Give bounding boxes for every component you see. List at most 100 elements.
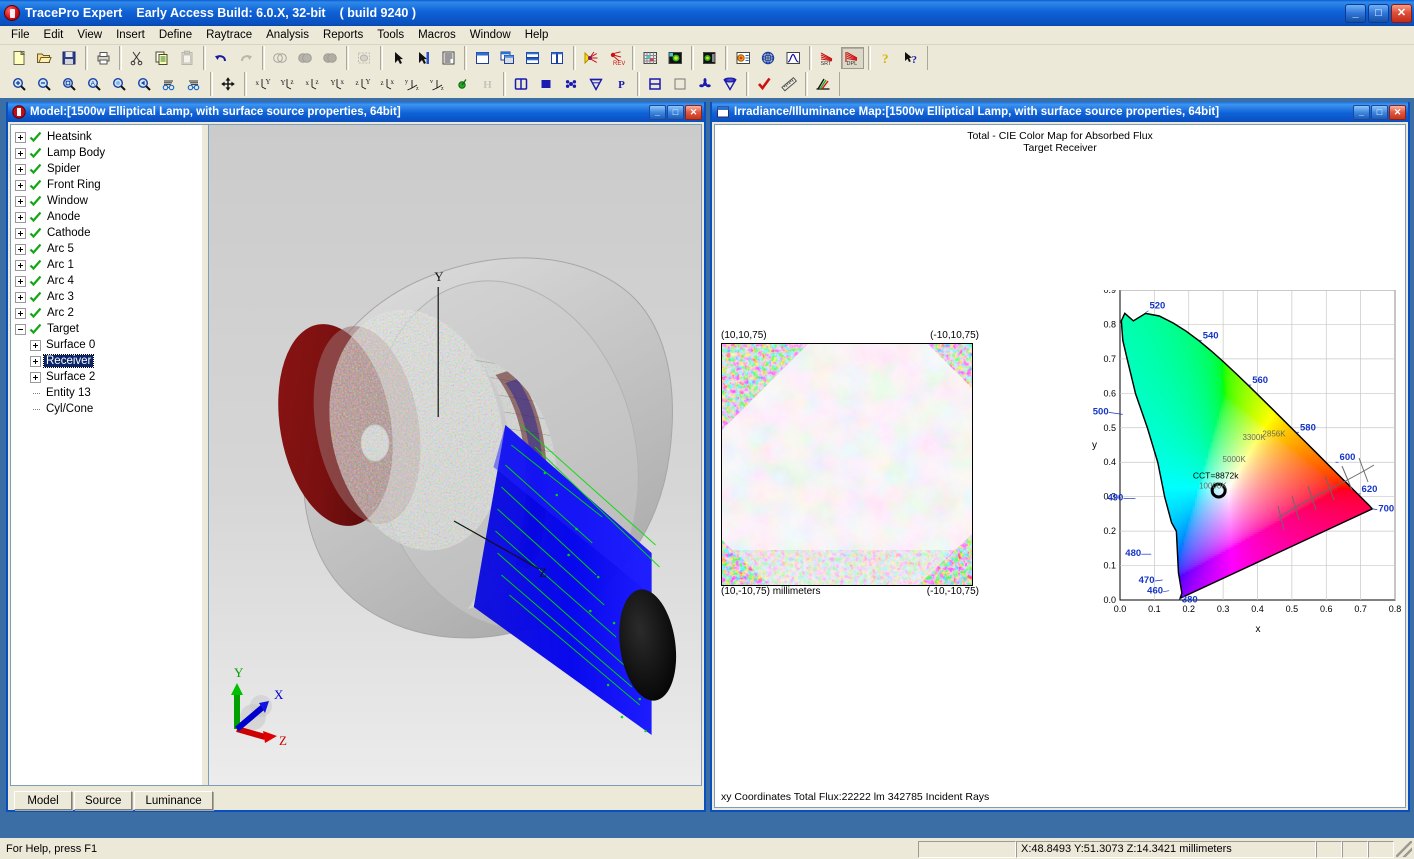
zoom-previous-button[interactable] xyxy=(133,73,156,95)
model-tree-panel[interactable]: Heatsink Lamp Body Spider Front Ring Window A… xyxy=(10,124,202,786)
expand-plus-icon[interactable] xyxy=(30,339,41,351)
tree-node-arc-3[interactable]: Arc 3 xyxy=(15,289,202,305)
menu-item-view[interactable]: View xyxy=(70,27,109,43)
view-yx-button[interactable]: Yx xyxy=(326,73,349,95)
save-file-button[interactable] xyxy=(58,47,81,69)
help-button[interactable]: ? xyxy=(875,47,898,69)
cone-button[interactable] xyxy=(719,73,742,95)
menu-item-window[interactable]: Window xyxy=(463,27,518,43)
raytrace-button[interactable] xyxy=(580,47,603,69)
menu-item-insert[interactable]: Insert xyxy=(109,27,152,43)
app-close-button[interactable]: ✕ xyxy=(1391,3,1412,23)
expand-plus-icon[interactable] xyxy=(15,259,26,271)
profile-button[interactable]: P xyxy=(610,73,633,95)
zoom-window-button[interactable] xyxy=(58,73,81,95)
app-maximize-button[interactable]: □ xyxy=(1368,3,1389,23)
expand-plus-icon[interactable] xyxy=(15,307,26,319)
menu-item-file[interactable]: File xyxy=(4,27,37,43)
hidden-line-button[interactable] xyxy=(535,73,558,95)
tree-node-surface-2[interactable]: Surface 2 xyxy=(15,369,202,385)
irradiance-window-titlebar[interactable]: Irradiance/Illuminance Map:[1500w Ellipt… xyxy=(712,102,1408,122)
select-arrow-button[interactable] xyxy=(387,47,410,69)
color-map-button[interactable] xyxy=(664,47,687,69)
menu-item-edit[interactable]: Edit xyxy=(37,27,71,43)
irradiance-close-button[interactable]: ✕ xyxy=(1389,104,1406,120)
apply-check-button[interactable] xyxy=(753,73,776,95)
model-maximize-button[interactable]: □ xyxy=(667,104,684,120)
zoom-in-button[interactable] xyxy=(8,73,31,95)
expand-plus-icon[interactable] xyxy=(15,195,26,207)
view-zy-button[interactable]: zY xyxy=(351,73,374,95)
tree-node-entity-13[interactable]: Entity 13 xyxy=(15,385,202,401)
tree-node-arc-1[interactable]: Arc 1 xyxy=(15,257,202,273)
display-rays-button[interactable]: DPL xyxy=(841,47,864,69)
solid-fill-button[interactable] xyxy=(669,73,692,95)
undo-button[interactable] xyxy=(210,47,233,69)
tree-node-front-ring[interactable]: Front Ring xyxy=(15,177,202,193)
flux-window-button[interactable] xyxy=(644,73,667,95)
source-button[interactable] xyxy=(694,73,717,95)
app-minimize-button[interactable]: _ xyxy=(1345,3,1366,23)
print-button[interactable] xyxy=(92,47,115,69)
measure-button[interactable] xyxy=(778,73,801,95)
open-file-button[interactable] xyxy=(33,47,56,69)
sort-rays-button[interactable]: SRT xyxy=(816,47,839,69)
menu-item-analysis[interactable]: Analysis xyxy=(259,27,316,43)
tab-source[interactable]: Source xyxy=(74,791,133,810)
glasses-left-button[interactable] xyxy=(158,73,181,95)
candela-plot-button[interactable] xyxy=(698,47,721,69)
tile-horizontal-button[interactable] xyxy=(521,47,544,69)
tree-node-arc-5[interactable]: Arc 5 xyxy=(15,241,202,257)
view-yz-button[interactable]: Yz xyxy=(276,73,299,95)
tree-node-arc-2[interactable]: Arc 2 xyxy=(15,305,202,321)
model-3d-viewport[interactable]: Y Z Y X Z xyxy=(208,124,702,786)
tree-node-window[interactable]: Window xyxy=(15,193,202,209)
tree-node-cathode[interactable]: Cathode xyxy=(15,225,202,241)
view-xz-button[interactable]: xz xyxy=(301,73,324,95)
view-iso2-button[interactable]: vz xyxy=(426,73,449,95)
view-normal-button[interactable] xyxy=(451,73,474,95)
irradiance-map-button[interactable] xyxy=(639,47,662,69)
expand-plus-icon[interactable] xyxy=(15,147,26,159)
expand-plus-icon[interactable] xyxy=(15,131,26,143)
tree-node-cyl-cone[interactable]: Cyl/Cone xyxy=(15,401,202,417)
model-close-button[interactable]: ✕ xyxy=(685,104,702,120)
tree-node-spider[interactable]: Spider xyxy=(15,161,202,177)
cut-button[interactable] xyxy=(126,47,149,69)
menu-item-define[interactable]: Define xyxy=(152,27,199,43)
new-file-button[interactable] xyxy=(8,47,31,69)
tree-node-receiver[interactable]: Receiver xyxy=(15,353,202,369)
tree-node-surface-0[interactable]: Surface 0 xyxy=(15,337,202,353)
menu-item-tools[interactable]: Tools xyxy=(370,27,411,43)
menu-item-raytrace[interactable]: Raytrace xyxy=(199,27,259,43)
reverse-raytrace-button[interactable]: REV xyxy=(605,47,628,69)
3d-candela-button[interactable] xyxy=(757,47,780,69)
view-xy-button[interactable]: xY xyxy=(251,73,274,95)
model-window-titlebar[interactable]: Model:[1500w Elliptical Lamp, with surfa… xyxy=(8,102,704,122)
flux-report-button[interactable] xyxy=(812,73,835,95)
collapse-minus-icon[interactable] xyxy=(15,323,26,335)
cie-chromaticity-chart[interactable]: 0.0 0.1 0.2 0.3 0.4 0.5 0.6 0.7 0.8 0.0 0.1 0.2 0.3 0… xyxy=(1080,285,1405,790)
zoom-all-button[interactable]: A xyxy=(83,73,106,95)
tree-node-lamp-body[interactable]: Lamp Body xyxy=(15,145,202,161)
tab-model[interactable]: Model xyxy=(14,791,72,810)
expand-plus-icon[interactable] xyxy=(15,163,26,175)
polar-candela-button[interactable] xyxy=(732,47,755,69)
tree-node-target[interactable]: Target xyxy=(15,321,202,337)
irradiance-maximize-button[interactable]: □ xyxy=(1371,104,1388,120)
silhouette-button[interactable] xyxy=(510,73,533,95)
expand-plus-icon[interactable] xyxy=(15,227,26,239)
irradiance-canvas[interactable]: Total - CIE Color Map for Absorbed Flux … xyxy=(714,124,1406,808)
glasses-right-button[interactable] xyxy=(183,73,206,95)
expand-plus-icon[interactable] xyxy=(15,275,26,287)
properties-list-button[interactable] xyxy=(437,47,460,69)
wireframe-button[interactable] xyxy=(585,73,608,95)
context-help-button[interactable]: ? xyxy=(900,47,923,69)
expand-plus-icon[interactable] xyxy=(15,243,26,255)
shaded-button[interactable] xyxy=(560,73,583,95)
view-iso1-button[interactable]: yz xyxy=(401,73,424,95)
expand-plus-icon[interactable] xyxy=(30,355,41,367)
expand-plus-icon[interactable] xyxy=(15,291,26,303)
zoom-out-button[interactable] xyxy=(33,73,56,95)
menu-item-reports[interactable]: Reports xyxy=(316,27,370,43)
